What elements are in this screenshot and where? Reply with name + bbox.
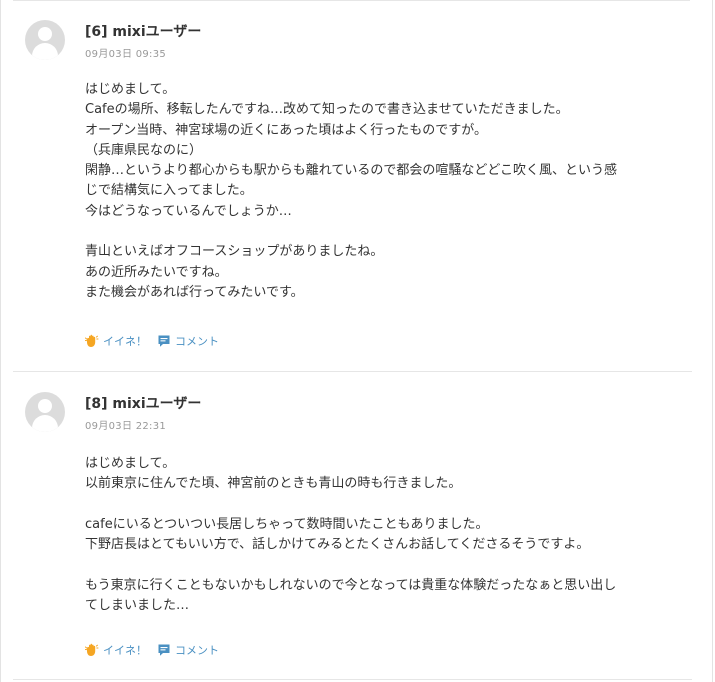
comment-line: 下野店長はとてもいい方で、話しかけてみるとたくさんお話してくださるそうですよ。 (85, 537, 590, 553)
comment-body: はじめまして。 以前東京に住んでた頃、神宮前のときも青山の時も行きました。 ca… (85, 454, 693, 616)
comment-line: てしまいました… (85, 598, 190, 614)
comment-blank-line (85, 555, 693, 575)
comment-line: もう東京に行くこともないかもしれないので今となっては貴重な体験だったなぁと思い出… (85, 577, 617, 593)
comment-line: オープン当時、神宮球場の近くにあった頃はよく行ったものですが。 (85, 122, 487, 138)
comment-line: （兵庫県民なのに） (85, 142, 203, 158)
comment-label: コメント (175, 644, 219, 657)
comment-line: 閑静…というより都心からも駅からも離れているので都会の喧騒などどこ吹く風、という… (85, 163, 617, 179)
speech-bubble-icon (158, 644, 170, 656)
comment-button[interactable]: コメント (157, 642, 219, 658)
comment-line: 青山といえばオフコースショップがありましたね。 (85, 244, 384, 260)
comment-item: [8] mixiユーザー 09月03日 22:31 はじめまして。 以前東京に住… (1, 372, 714, 680)
comment-timestamp: 09月03日 22:31 (85, 421, 167, 432)
comment-author[interactable]: [6] mixiユーザー (85, 21, 201, 41)
comment-body: はじめまして。 Cafeの場所、移転したんですね…改めて知ったので書き込ませてい… (85, 80, 693, 303)
like-label: イイネ！ (103, 335, 147, 348)
comment-blank-line (85, 495, 693, 515)
avatar[interactable] (25, 20, 65, 60)
comment-line: cafeにいるとついつい長居しちゃって数時間いたこともありました。 (85, 516, 489, 532)
comment-item: [6] mixiユーザー 09月03日 09:35 はじめまして。 Cafeの場… (1, 0, 714, 372)
user-silhouette-icon (38, 399, 52, 413)
like-button[interactable]: イイネ！ (85, 333, 147, 349)
comment-blank-line (85, 222, 693, 242)
like-label: イイネ！ (103, 644, 147, 657)
speech-bubble-icon (158, 335, 170, 347)
comment-line: Cafeの場所、移転したんですね…改めて知ったので書き込ませていただきました。 (85, 102, 569, 118)
comment-button[interactable]: コメント (157, 333, 219, 349)
comment-line: 以前東京に住んでた頃、神宮前のときも青山の時も行きました。 (85, 476, 462, 492)
comment-line: じで結構気に入ってました。 (85, 183, 253, 199)
like-hand-icon (85, 334, 99, 347)
user-silhouette-icon (38, 27, 52, 41)
comment-line: あの近所みたいですね。 (85, 264, 228, 280)
comment-label: コメント (175, 335, 219, 348)
like-hand-icon (85, 643, 99, 656)
like-button[interactable]: イイネ！ (85, 642, 147, 658)
comment-line: また機会があれば行ってみたいです。 (85, 284, 304, 300)
comment-line: はじめまして。 (85, 82, 176, 97)
comment-line: はじめまして。 (85, 456, 176, 471)
comment-author[interactable]: [8] mixiユーザー (85, 393, 201, 413)
comment-timestamp: 09月03日 09:35 (85, 49, 167, 60)
comment-line: 今はどうなっているんでしょうか… (85, 203, 292, 219)
comment-divider (13, 679, 692, 680)
comment-list: [6] mixiユーザー 09月03日 09:35 はじめまして。 Cafeの場… (0, 0, 713, 682)
avatar[interactable] (25, 392, 65, 432)
